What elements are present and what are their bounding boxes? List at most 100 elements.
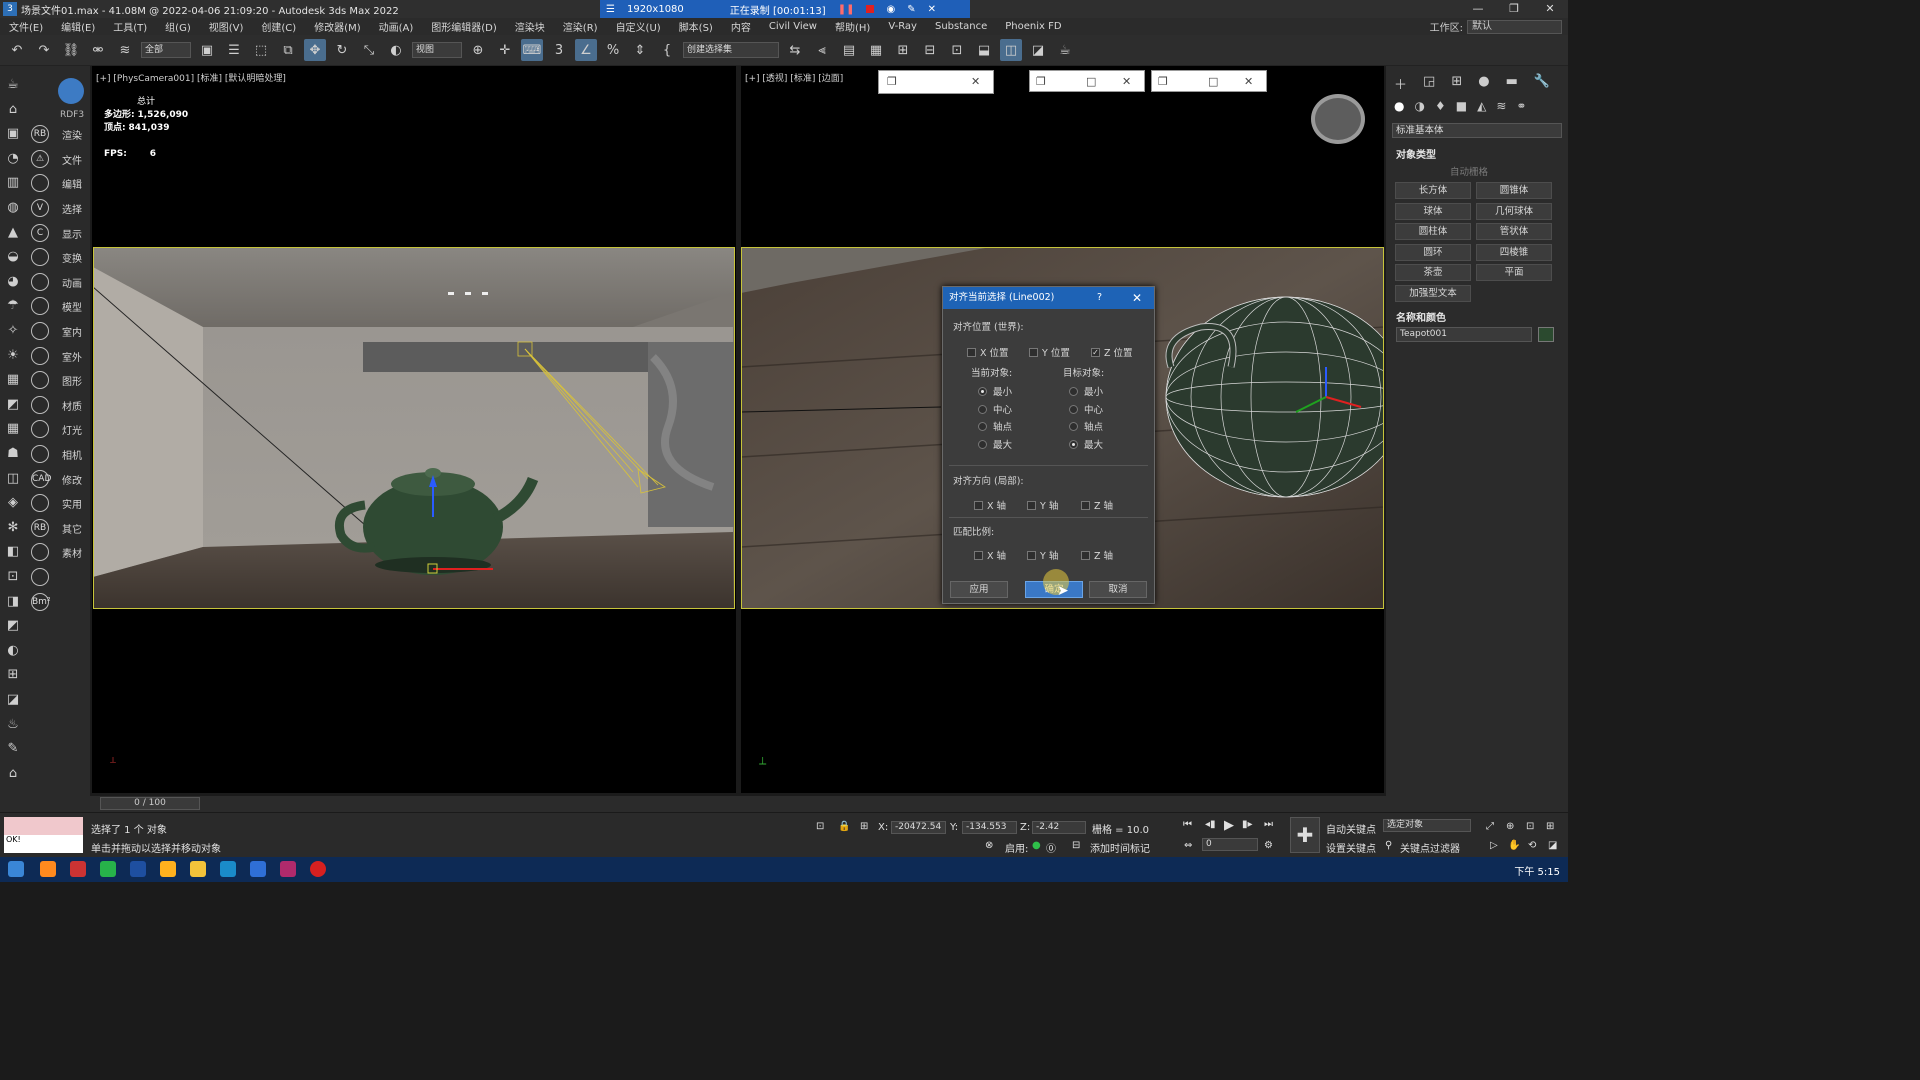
lock-icon[interactable]: 🔒 (838, 821, 850, 832)
current-min-radio[interactable]: 最小 (978, 384, 1012, 398)
viewcube-icon[interactable] (1311, 94, 1365, 144)
left-strip-row[interactable]: ◫ CAD 修改 (0, 468, 90, 490)
percent-snap-icon[interactable]: % (602, 39, 624, 61)
left-strip-row[interactable]: ◒ 变换 (0, 246, 90, 268)
next-frame-icon[interactable]: ▮▸ (1242, 819, 1253, 830)
left-strip-row[interactable]: ◪ (0, 689, 90, 711)
tool-icon[interactable]: ✻ (4, 519, 22, 537)
left-strip-row[interactable]: ◐ (0, 640, 90, 662)
systems-icon[interactable]: ⚭ (1516, 99, 1526, 113)
left-strip-row[interactable]: ✧ 室内 (0, 320, 90, 342)
curve-editor-icon[interactable]: ⊞ (892, 39, 914, 61)
orient-y-checkbox[interactable]: Y 轴 (1027, 498, 1058, 512)
plugin-label[interactable]: 编辑 (62, 176, 82, 191)
selection-filter-dropdown[interactable]: 全部 (141, 42, 191, 58)
tool-icon[interactable]: ⊞ (4, 666, 22, 684)
pen-icon[interactable]: ✎ (907, 4, 915, 15)
menu-item[interactable]: 文件(E) (0, 19, 52, 34)
zoom-extents-icon[interactable]: ⊡ (1526, 821, 1534, 832)
key-mode-icon[interactable]: ⇔ (1184, 840, 1192, 851)
tool-icon[interactable]: ⌂ (4, 765, 22, 783)
plugin-label[interactable]: 其它 (62, 521, 82, 536)
start-icon[interactable] (8, 861, 24, 877)
tool-icon[interactable]: ◫ (4, 470, 22, 488)
plugin-icon[interactable]: RB (31, 518, 49, 537)
dialog-close-icon[interactable]: ✕ (1132, 287, 1142, 309)
plugin-icon[interactable]: RB (31, 125, 49, 144)
wechat-icon[interactable] (100, 861, 116, 877)
pivot-center-icon[interactable]: ⊕ (467, 39, 489, 61)
workspace-dropdown[interactable]: 默认 (1467, 19, 1562, 34)
current-center-radio[interactable]: 中心 (978, 402, 1012, 416)
primitive-button[interactable]: 圆柱体 (1395, 223, 1471, 240)
menu-item[interactable]: 自定义(U) (607, 19, 670, 34)
left-strip-row[interactable]: ⊡ (0, 566, 90, 588)
render-production-icon[interactable]: ◪ (1027, 39, 1049, 61)
tool-icon[interactable]: ⊡ (4, 568, 22, 586)
viewport-safe-icon[interactable]: ⊗ (985, 840, 993, 851)
explorer-icon[interactable] (190, 861, 206, 877)
snap-3d-icon[interactable]: 3 (548, 39, 570, 61)
menu-item[interactable]: 修改器(M) (305, 19, 369, 34)
viewport-camera[interactable]: [+] [PhysCamera001] [标准] [默认明暗处理] 总计 多边形… (92, 66, 736, 793)
plugin-label[interactable]: 相机 (62, 447, 82, 462)
select-by-name-icon[interactable]: ☰ (223, 39, 245, 61)
enable-dot-icon[interactable]: ● (1032, 840, 1041, 851)
tool-icon[interactable]: ▦ (4, 371, 22, 389)
primitive-button[interactable]: 长方体 (1395, 182, 1471, 199)
left-strip-row[interactable]: ◍ V 选择 (0, 197, 90, 219)
y-coordinate[interactable]: -134.553 (962, 821, 1017, 834)
menu-item[interactable]: Civil View (760, 21, 826, 32)
name-color-rollout[interactable]: 名称和颜色 (1396, 309, 1446, 324)
plugin-icon[interactable] (31, 445, 49, 463)
tool-icon[interactable]: ▦ (4, 420, 22, 438)
reference-coord-dropdown[interactable]: 视图 (412, 42, 462, 58)
primitive-button[interactable]: 几何球体 (1476, 202, 1552, 220)
object-name-input[interactable]: Teapot001 (1396, 327, 1532, 342)
help-icon[interactable]: ? (1097, 287, 1102, 309)
menu-item[interactable]: Phoenix FD (996, 21, 1070, 32)
helpers-icon[interactable]: ◭ (1477, 99, 1486, 113)
named-selection-icon[interactable]: { (656, 39, 678, 61)
shapes-icon[interactable]: ◑ (1414, 99, 1424, 113)
plugin-icon[interactable] (31, 346, 49, 365)
left-strip-row[interactable]: ▥ 编辑 (0, 172, 90, 194)
plugin-icon[interactable]: V (31, 199, 49, 217)
window-maximize-icon[interactable]: □ (1086, 75, 1096, 88)
3dsmax-taskbar-icon[interactable] (220, 861, 236, 877)
tool-icon[interactable]: ◪ (4, 691, 22, 709)
primitive-button[interactable]: 圆锥体 (1476, 182, 1552, 199)
app-icon-4[interactable] (280, 861, 296, 877)
menu-item[interactable]: 组(G) (156, 19, 200, 34)
target-pivot-radio[interactable]: 轴点 (1069, 419, 1103, 433)
tool-icon[interactable]: ◈ (4, 494, 22, 512)
current-pivot-radio[interactable]: 轴点 (978, 419, 1012, 433)
left-strip-row[interactable]: ⊞ (0, 664, 90, 686)
unlink-icon[interactable]: ⚮ (87, 39, 109, 61)
select-and-scale-icon[interactable]: ⤡ (358, 39, 380, 61)
plugin-icon[interactable] (31, 174, 49, 193)
spacewarps-icon[interactable]: ≋ (1496, 99, 1506, 113)
motion-tab-icon[interactable]: ● (1478, 74, 1489, 93)
left-strip-row[interactable]: ◧ 素材 (0, 541, 90, 563)
minimize-icon[interactable]: — (1460, 0, 1496, 18)
left-strip-row[interactable]: ☗ 相机 (0, 443, 90, 465)
menu-item[interactable]: 视图(V) (200, 19, 253, 34)
redo-icon[interactable]: ↷ (33, 39, 55, 61)
dialog-titlebar[interactable]: 对齐当前选择 (Line002) ? ✕ (943, 287, 1154, 309)
absolute-mode-icon[interactable]: ⊞ (860, 821, 868, 832)
x-coordinate[interactable]: -20472.54 (891, 821, 946, 834)
primitive-button[interactable]: 平面 (1476, 264, 1552, 281)
orient-z-checkbox[interactable]: Z 轴 (1081, 498, 1113, 512)
zero-toggle-icon[interactable]: ⓪ (1046, 840, 1056, 855)
menu-item[interactable]: 编辑(E) (52, 19, 104, 34)
close-recording-icon[interactable]: ✕ (928, 4, 936, 15)
viewport-label-right[interactable]: [+] [透视] [标准] [边面] (745, 71, 843, 84)
layer-explorer-icon[interactable]: ▤ (838, 39, 860, 61)
cancel-button[interactable]: 取消 (1089, 581, 1147, 598)
menu-item[interactable]: 动画(A) (370, 19, 423, 34)
plugin-label[interactable]: 修改 (62, 472, 82, 487)
tool-icon[interactable]: ▣ (4, 125, 22, 143)
scale-x-checkbox[interactable]: X 轴 (974, 548, 1006, 562)
pan-icon[interactable]: ✋ (1508, 840, 1520, 851)
